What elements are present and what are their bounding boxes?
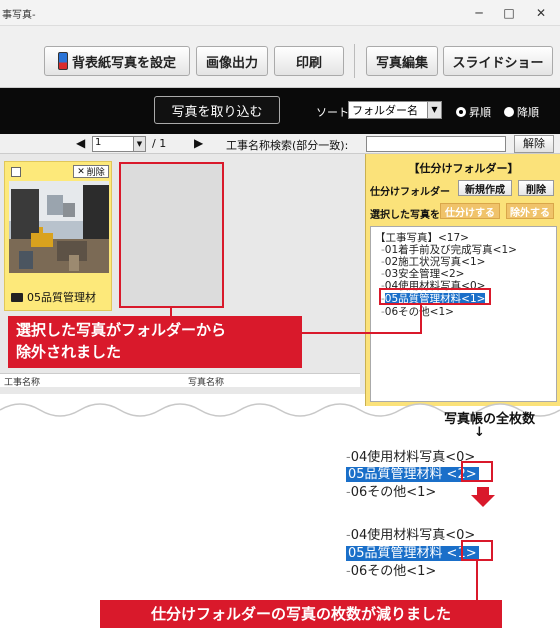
sort-label: ソート <box>316 106 349 119</box>
page-total: / 1 <box>152 137 167 150</box>
chevron-down-icon: ▼ <box>427 102 441 118</box>
radio-selected-icon <box>456 107 466 117</box>
search-label: 工事名称検索(部分一致): <box>226 139 349 152</box>
close-icon: ✕ <box>77 166 85 177</box>
callout-line-2: 除外されました <box>16 343 122 361</box>
photo-edit-button[interactable]: 写真編集 <box>366 46 438 76</box>
sorting-folder-panel: 【仕分けフォルダー】 仕分けフォルダー 新規作成 削除 選択した写真を 仕分けす… <box>365 154 560 406</box>
page-select[interactable]: 1 ▼ <box>92 136 146 152</box>
callout-count-decreased: 仕分けフォルダーの写真の枚数が減りました <box>100 600 502 628</box>
slideshow-button[interactable]: スライドショー <box>443 46 553 76</box>
photo-folder-label: 05品質管理材 <box>11 289 96 305</box>
folder-label: 仕分けフォルダー <box>370 187 450 198</box>
cover-photo-label: 背表紙写真を設定 <box>71 55 176 71</box>
photo-name-column: 写真名称 <box>188 378 225 388</box>
removed-photo-slot <box>119 162 224 308</box>
zoom-before-row-3: -06その他<1> <box>346 485 437 500</box>
maximize-button[interactable]: □ <box>500 4 518 22</box>
zoom-before-folder-name: 05品質管理材料 <box>346 467 445 482</box>
callout-excluded: 選択した写真がフォルダーから 除外されました <box>8 316 302 368</box>
delete-folder-button[interactable]: 削除 <box>518 180 554 196</box>
zoom-after-row-2: 05品質管理材料 <1> <box>346 542 479 561</box>
minimize-button[interactable]: ─ <box>470 4 488 22</box>
sort-select[interactable]: フォルダー名 ▼ <box>348 101 442 119</box>
callout-connector <box>302 332 422 334</box>
new-folder-button[interactable]: 新規作成 <box>458 180 512 196</box>
sort-desc-radio[interactable]: 降順 <box>504 104 539 120</box>
clear-search-button[interactable]: 解除 <box>514 135 554 153</box>
info-columns: 工事名称 写真名称 <box>0 373 360 388</box>
image-output-button[interactable]: 画像出力 <box>196 46 268 76</box>
callout-connector <box>420 304 422 334</box>
total-count-label: 写真帳の全枚数 <box>444 412 536 427</box>
prev-page-button[interactable]: ◀ <box>76 136 85 150</box>
toolbar: 背表紙写真を設定 画像出力 印刷 写真編集 スライドショー <box>0 26 560 88</box>
callout-connector <box>476 561 478 601</box>
work-name-column: 工事名称 <box>4 378 41 388</box>
import-bar: 写真を取り込む ソート フォルダー名 ▼ 昇順 降順 <box>0 88 560 134</box>
photo-folder-name: 05品質管理材 <box>27 291 96 304</box>
photo-thumbnail <box>9 181 109 273</box>
pager-bar: ◀ 1 ▼ / 1 ▶ 工事名称検索(部分一致): 解除 <box>0 134 560 154</box>
arrow-down-icon: ↓ <box>474 425 485 440</box>
zoom-after-row-3: -06その他<1> <box>346 564 437 579</box>
photo-delete-label: 削除 <box>86 168 105 178</box>
sort-asc-label: 昇順 <box>469 106 491 119</box>
toolbar-divider <box>354 44 355 78</box>
sort-photos-button[interactable]: 仕分けする <box>440 203 500 219</box>
page-value: 1 <box>95 137 102 148</box>
zoom-after-row-1-label: 04使用材料写真<0> <box>350 528 476 543</box>
highlight-box <box>379 288 491 305</box>
next-page-button[interactable]: ▶ <box>194 136 203 150</box>
exclude-photos-button[interactable]: 除外する <box>506 203 554 219</box>
sort-asc-radio[interactable]: 昇順 <box>456 104 491 120</box>
folder-tree: 【工事写真】<17> -01着手前及び完成写真<1> -02施工状況写真<1> … <box>370 226 557 402</box>
panel-title: 【仕分けフォルダー】 <box>408 162 519 175</box>
selected-photos-label: 選択した写真を <box>370 210 440 221</box>
tree-item[interactable]: -06その他<1> <box>381 304 454 319</box>
work-name-search-input[interactable] <box>366 136 506 152</box>
arrow-down-icon <box>471 487 495 507</box>
close-button[interactable]: ✕ <box>532 4 550 22</box>
import-photos-button[interactable]: 写真を取り込む <box>154 96 280 124</box>
print-button[interactable]: 印刷 <box>274 46 344 76</box>
after-count-highlight <box>461 540 493 561</box>
photo-card[interactable]: ✕ 削除 05品質管理材 <box>4 161 112 311</box>
title-bar: 事写真- ─ □ ✕ <box>0 0 560 26</box>
phone-icon <box>57 52 68 70</box>
sort-value: フォルダー名 <box>352 104 418 117</box>
photo-delete-button[interactable]: ✕ 削除 <box>73 165 109 178</box>
callout-line-1: 選択した写真がフォルダーから <box>16 321 227 339</box>
radio-unselected-icon <box>504 107 514 117</box>
chevron-down-icon: ▼ <box>133 137 145 151</box>
window-title: 事写真- <box>2 10 36 21</box>
folder-icon <box>11 292 23 302</box>
zoom-before-row-2: 05品質管理材料 <2> <box>346 463 479 482</box>
cover-photo-button[interactable]: 背表紙写真を設定 <box>44 46 190 76</box>
zoom-before-row-3-label: 06その他<1> <box>350 485 437 500</box>
photo-select-checkbox[interactable] <box>11 167 21 177</box>
zoom-after-row-3-label: 06その他<1> <box>350 564 437 579</box>
before-count-highlight <box>461 461 493 482</box>
zoom-after-row-1: -04使用材料写真<0> <box>346 528 476 543</box>
zoom-after-folder-name: 05品質管理材料 <box>346 546 445 561</box>
sort-desc-label: 降順 <box>517 106 539 119</box>
